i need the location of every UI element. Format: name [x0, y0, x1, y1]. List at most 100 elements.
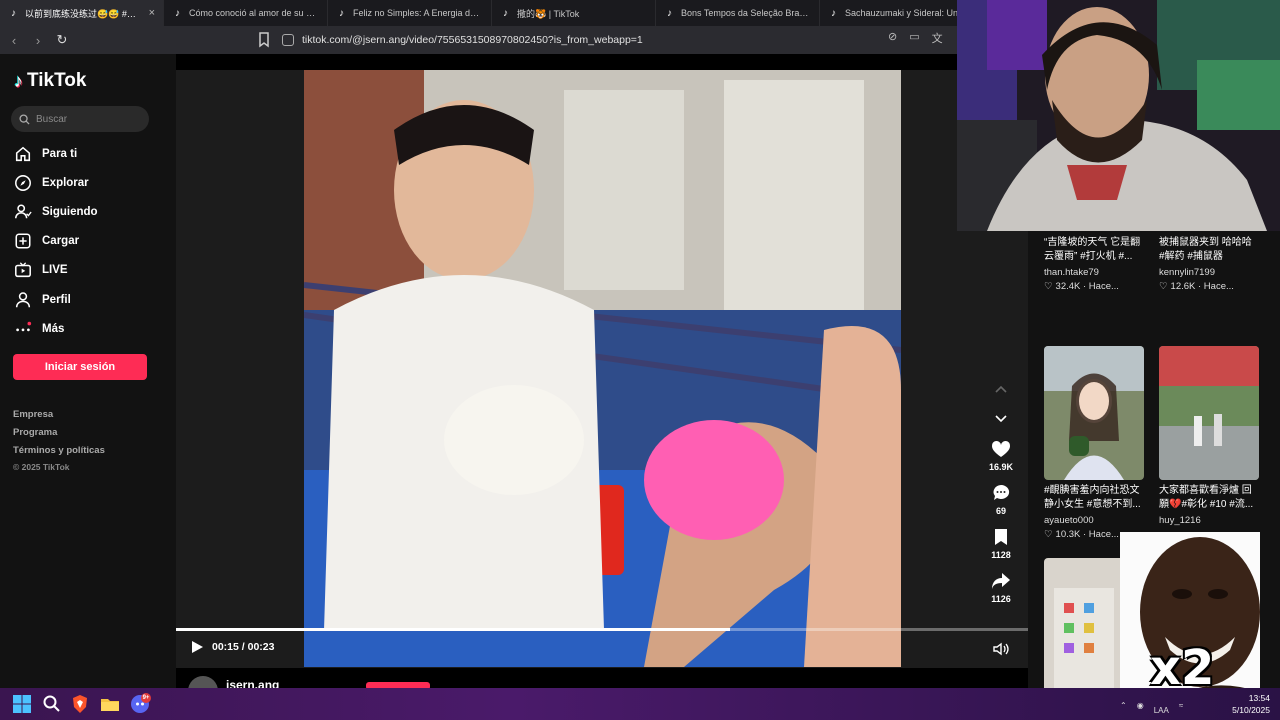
tab-label: 撒的🐯 | TikTok — [517, 8, 580, 19]
prev-video-button[interactable] — [985, 384, 1017, 398]
close-tab-icon[interactable]: × — [149, 7, 155, 19]
tab-label: 以前到底练没练过😅😅 #搞笑# — [25, 8, 143, 19]
chevron-up-tray-icon[interactable]: ⌃ — [1120, 701, 1127, 710]
nav-label: Más — [42, 323, 65, 335]
browser-tab[interactable]: ♪ 撒的🐯 | TikTok — [492, 0, 656, 26]
copyright: © 2025 TikTok — [13, 462, 70, 472]
video-progress-fill — [176, 628, 730, 631]
back-icon[interactable]: ‹ — [4, 30, 24, 50]
heart-outline-icon: ♡ — [1159, 281, 1168, 292]
nav-item-siguiendo[interactable]: Siguiendo — [14, 201, 98, 223]
url-text[interactable]: tiktok.com/@jsern.ang/video/755653150897… — [302, 34, 643, 46]
profile-icon — [15, 292, 31, 308]
rec-user: than.htake79 — [1044, 267, 1099, 278]
next-video-button[interactable] — [985, 414, 1017, 428]
nav-label: Explorar — [42, 177, 89, 189]
video-progress-bar[interactable] — [176, 628, 1028, 631]
save-button[interactable]: 1128 — [985, 528, 1017, 560]
comment-button[interactable]: 69 — [985, 484, 1017, 516]
tiktok-favicon-icon: ♪ — [667, 7, 672, 19]
boxing-video-image — [304, 70, 901, 667]
brave-browser-icon[interactable] — [70, 694, 90, 714]
tray-label[interactable]: LAA — [1154, 706, 1169, 715]
like-button[interactable]: 16.9K — [985, 440, 1017, 472]
tiktok-sidebar: ♪ TikTok Para ti Explorar Siguiendo Carg… — [0, 54, 176, 688]
nav-item-para-ti[interactable]: Para ti — [14, 143, 77, 165]
footer-link-terminos[interactable]: Términos y políticas — [13, 445, 105, 456]
tab-label: Feliz no Simples: A Energia do Sol à l — [353, 8, 483, 18]
rec-stat: ♡ 32.4K · Hace... — [1044, 281, 1144, 292]
login-button[interactable]: Iniciar sesión — [13, 354, 147, 380]
search-taskbar-icon[interactable] — [42, 694, 62, 714]
clock-date: 5/10/2025 — [1232, 705, 1270, 715]
tab-label: Cómo conoció al amor de su vida en — [189, 8, 319, 18]
video-frame[interactable] — [304, 70, 901, 667]
system-tray: ⌃ ◉ LAA ≈ — [1120, 696, 1183, 715]
url-field[interactable]: tiktok.com/@jsern.ang/video/755653150897… — [282, 31, 643, 49]
footer-link-programa[interactable]: Programa — [13, 427, 57, 438]
search-box[interactable] — [11, 106, 149, 132]
live-icon — [15, 262, 31, 278]
rec-stat: ♡ 12.6K · Hace... — [1159, 281, 1259, 292]
rec-title: 大家都喜歡看淨爐 回願💔#彰化 #10 #流... — [1159, 485, 1254, 510]
player-controls: 00:15 / 00:23 — [190, 640, 274, 654]
browser-tab[interactable]: ♪ 以前到底练没练过😅😅 #搞笑# × — [0, 0, 164, 26]
nav-item-cargar[interactable]: Cargar — [14, 230, 79, 252]
footer-link-empresa[interactable]: Empresa — [13, 409, 53, 420]
tiktok-favicon-icon: ♪ — [503, 7, 508, 19]
nav-item-mas[interactable]: Más — [14, 318, 64, 340]
save-count: 1128 — [991, 550, 1011, 560]
site-info-icon[interactable] — [282, 34, 294, 46]
reader-off-icon[interactable]: ⊘ — [888, 30, 897, 46]
heart-outline-icon: ♡ — [1044, 529, 1053, 540]
meme-overlay: x2 — [1120, 532, 1260, 712]
heart-icon — [991, 440, 1011, 457]
heart-outline-icon: ♡ — [1044, 281, 1053, 292]
nav-item-explorar[interactable]: Explorar — [14, 172, 89, 194]
comment-icon — [993, 484, 1010, 500]
browser-tab[interactable]: ♪ Feliz no Simples: A Energia do Sol à l — [328, 0, 492, 26]
file-explorer-icon[interactable] — [100, 694, 120, 714]
tray-app-icon[interactable]: ◉ — [1137, 701, 1144, 710]
nav-item-live[interactable]: LIVE — [14, 259, 68, 281]
discord-badge: 9+ — [141, 693, 151, 703]
rec-card[interactable]: #靦腆害羞内向社恐文静小女生 #意想不到... ayaueto000 ♡ 10.3… — [1044, 346, 1144, 540]
browser-tab[interactable]: ♪ Bons Tempos da Seleção Brasileira de — [656, 0, 820, 26]
tab-label: Sachauzumaki y Sideral: Un Viaj — [845, 8, 975, 18]
tiktok-logo[interactable]: ♪ TikTok — [14, 70, 86, 92]
reload-icon[interactable]: ↻ — [52, 30, 72, 50]
tiktok-favicon-icon: ♪ — [831, 7, 836, 19]
comment-count: 69 — [995, 506, 1006, 516]
more-icon — [16, 321, 32, 332]
rec-stat-text: 12.6K · Hace... — [1170, 281, 1234, 292]
bookmark-save-icon — [995, 529, 1007, 545]
rec-card[interactable]: 被捕鼠器夹到 哈哈哈 #解药 #捕鼠器 kennylin7199 ♡ 12.6K … — [1159, 232, 1259, 292]
brand-name: TikTok — [27, 70, 87, 91]
rec-title: “吉隆坡的天气 它是翻云覆雨” #打火机 #... — [1044, 237, 1141, 262]
tiktok-note-icon: ♪ — [14, 70, 23, 91]
windows-start-icon[interactable] — [12, 694, 32, 714]
wifi-icon[interactable]: ≈ — [1179, 701, 1183, 710]
following-icon — [15, 204, 32, 219]
nav-item-perfil[interactable]: Perfil — [14, 289, 71, 311]
browser-tab[interactable]: ♪ Cómo conoció al amor de su vida en — [164, 0, 328, 26]
forward-icon[interactable]: › — [28, 30, 48, 50]
rec-user: ayaueto000 — [1044, 515, 1094, 526]
taskbar-clock[interactable]: 13:54 5/10/2025 — [1226, 692, 1270, 716]
rec-thumbnail — [1159, 346, 1259, 480]
cast-icon[interactable]: ▭ — [909, 30, 919, 46]
rec-card[interactable]: “吉隆坡的天气 它是翻云覆雨” #打火机 #... than.htake79 ♡… — [1044, 232, 1144, 292]
play-icon[interactable] — [190, 640, 204, 654]
share-button[interactable]: 1126 — [985, 572, 1017, 604]
bookmark-icon[interactable] — [258, 32, 270, 48]
nav-label: Perfil — [42, 294, 71, 306]
search-input[interactable] — [36, 113, 136, 125]
volume-icon[interactable] — [993, 642, 1009, 656]
nav-label: Para ti — [42, 148, 78, 160]
translate-icon[interactable]: 文 — [932, 30, 943, 46]
share-count: 1126 — [991, 594, 1011, 604]
webcam-image — [957, 0, 1280, 231]
tiktok-favicon-icon: ♪ — [339, 7, 344, 19]
rec-card[interactable]: 大家都喜歡看淨爐 回願💔#彰化 #10 #流... huy_1216 — [1159, 346, 1259, 526]
streamer-webcam — [957, 0, 1280, 231]
